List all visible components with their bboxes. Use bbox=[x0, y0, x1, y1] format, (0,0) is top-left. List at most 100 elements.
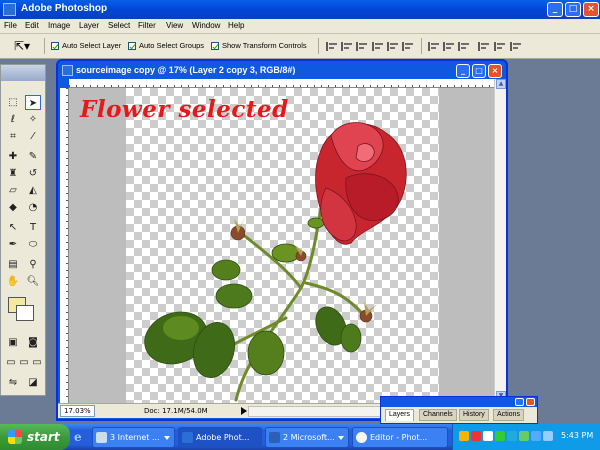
taskbar-item-editor[interactable]: Editor - Phot... bbox=[352, 427, 448, 448]
minimize-button[interactable]: _ bbox=[547, 2, 563, 17]
vertical-ruler[interactable] bbox=[60, 88, 69, 403]
clock[interactable]: 5:43 PM bbox=[561, 431, 593, 440]
taskbar-item-internet[interactable]: 3 Internet ... bbox=[92, 427, 175, 448]
scroll-up-arrow-icon[interactable]: ▲ bbox=[496, 79, 506, 89]
editor-app-icon bbox=[356, 432, 367, 443]
crop-tool-icon[interactable]: ⌗ bbox=[5, 129, 21, 144]
distribute-horizontal-center-icon[interactable] bbox=[494, 42, 507, 51]
healing-brush-tool-icon[interactable]: ✚ bbox=[5, 149, 21, 164]
type-tool-icon[interactable]: T bbox=[25, 220, 41, 235]
tab-actions[interactable]: Actions bbox=[493, 409, 524, 421]
align-vertical-center-icon[interactable] bbox=[341, 42, 354, 51]
show-transform-controls-checkbox[interactable] bbox=[211, 42, 219, 50]
quick-mask-mode-icon[interactable]: ◙ bbox=[25, 335, 41, 350]
distribute-top-icon[interactable] bbox=[428, 42, 441, 51]
internet-explorer-icon bbox=[96, 432, 107, 443]
horizontal-ruler[interactable] bbox=[69, 79, 494, 88]
menu-select[interactable]: Select bbox=[108, 21, 130, 30]
taskbar-item-photoshop[interactable]: Adobe Phot... bbox=[178, 427, 262, 448]
menu-image[interactable]: Image bbox=[48, 21, 70, 30]
quick-launch-ie-icon[interactable]: e bbox=[74, 430, 86, 444]
tray-app-icon[interactable] bbox=[459, 431, 469, 441]
options-bar: ⇱▾ Auto Select Layer Auto Select Groups … bbox=[0, 34, 600, 59]
taskbar-item-microsoft[interactable]: 2 Microsoft... bbox=[265, 427, 349, 448]
tray-network-icon[interactable] bbox=[495, 431, 505, 441]
hand-tool-icon[interactable]: ✋ bbox=[5, 274, 21, 289]
menu-filter[interactable]: Filter bbox=[138, 21, 156, 30]
layers-palette-close-button[interactable] bbox=[526, 398, 535, 406]
tray-update-icon[interactable] bbox=[519, 431, 529, 441]
slice-tool-icon[interactable]: ⁄ bbox=[25, 129, 41, 144]
app-title-bar: Adobe Photoshop _ □ × bbox=[0, 0, 600, 19]
menu-bar: File Edit Image Layer Select Filter View… bbox=[0, 19, 600, 34]
document-icon bbox=[62, 65, 73, 76]
lasso-tool-icon[interactable]: ℓ bbox=[5, 112, 21, 127]
background-color-swatch[interactable] bbox=[16, 305, 34, 321]
eraser-tool-icon[interactable]: ▱ bbox=[5, 183, 21, 198]
standard-mode-icon[interactable]: ▣ bbox=[5, 335, 21, 350]
align-right-icon[interactable] bbox=[402, 42, 415, 51]
align-top-icon[interactable] bbox=[326, 42, 339, 51]
menu-file[interactable]: File bbox=[4, 21, 17, 30]
distribute-right-icon[interactable] bbox=[510, 42, 523, 51]
menu-view[interactable]: View bbox=[166, 21, 183, 30]
align-bottom-icon[interactable] bbox=[356, 42, 369, 51]
start-button[interactable]: start bbox=[0, 424, 70, 450]
chevron-down-icon bbox=[338, 436, 344, 440]
divider bbox=[318, 38, 319, 54]
distribute-left-icon[interactable] bbox=[478, 42, 491, 51]
document-size-info: Doc: 17.1M/54.0M bbox=[144, 407, 208, 415]
status-menu-arrow-icon[interactable] bbox=[241, 407, 247, 415]
menu-edit[interactable]: Edit bbox=[25, 21, 39, 30]
windows-taskbar: start e 3 Internet ... Adobe Phot... 2 M… bbox=[0, 424, 600, 450]
tray-display-icon[interactable] bbox=[531, 431, 541, 441]
menu-help[interactable]: Help bbox=[228, 21, 244, 30]
flower-image[interactable] bbox=[126, 88, 439, 403]
clone-stamp-tool-icon[interactable]: ♜ bbox=[5, 166, 21, 181]
auto-select-groups-checkbox[interactable] bbox=[128, 42, 136, 50]
align-left-icon[interactable] bbox=[372, 42, 385, 51]
paint-bucket-tool-icon[interactable]: ◭ bbox=[25, 183, 41, 198]
tray-messenger-icon[interactable] bbox=[507, 431, 517, 441]
notes-tool-icon[interactable]: ▤ bbox=[5, 257, 21, 272]
imageready-icon[interactable]: ◪ bbox=[25, 375, 41, 390]
blur-tool-icon[interactable]: ◆ bbox=[5, 200, 21, 215]
document-maximize-button[interactable]: □ bbox=[472, 64, 486, 78]
distribute-bottom-icon[interactable] bbox=[458, 42, 471, 51]
close-button[interactable]: × bbox=[583, 2, 599, 17]
tools-palette-header[interactable] bbox=[1, 65, 45, 81]
brush-tool-icon[interactable]: ✎ bbox=[25, 149, 41, 164]
auto-select-layer-checkbox[interactable] bbox=[51, 42, 59, 50]
history-brush-tool-icon[interactable]: ↺ bbox=[25, 166, 41, 181]
tab-channels[interactable]: Channels bbox=[419, 409, 457, 421]
path-selection-tool-icon[interactable]: ↖ bbox=[5, 220, 21, 235]
vertical-scrollbar[interactable]: ▲ ▼ bbox=[494, 79, 506, 403]
dodge-tool-icon[interactable]: ◔ bbox=[25, 200, 41, 215]
move-tool-icon[interactable]: ➤ bbox=[25, 95, 41, 110]
move-tool-preset-icon[interactable]: ⇱▾ bbox=[14, 39, 30, 53]
menu-layer[interactable]: Layer bbox=[79, 21, 99, 30]
eyedropper-tool-icon[interactable]: ⚲ bbox=[25, 257, 41, 272]
marquee-tool-icon[interactable]: ⬚ bbox=[5, 95, 21, 110]
magic-wand-tool-icon[interactable]: ✧ bbox=[25, 112, 41, 127]
zoom-tool-icon[interactable]: 🔍︎ bbox=[25, 274, 41, 289]
document-close-button[interactable]: × bbox=[488, 64, 502, 78]
full-screen-mode-icon[interactable]: ▭ bbox=[29, 355, 45, 370]
layers-palette-minimize-button[interactable] bbox=[515, 398, 524, 406]
shape-tool-icon[interactable]: ⬭ bbox=[25, 237, 41, 252]
layers-palette-header[interactable] bbox=[381, 397, 537, 407]
jump-to-imageready-icon[interactable]: ⇋ bbox=[5, 375, 21, 390]
align-horizontal-center-icon[interactable] bbox=[387, 42, 400, 51]
menu-window[interactable]: Window bbox=[192, 21, 220, 30]
distribute-vertical-center-icon[interactable] bbox=[443, 42, 456, 51]
tray-volume-icon[interactable] bbox=[483, 431, 493, 441]
tab-layers[interactable]: Layers bbox=[385, 409, 415, 421]
pen-tool-icon[interactable]: ✒ bbox=[5, 237, 21, 252]
tab-history[interactable]: History bbox=[459, 409, 489, 421]
maximize-button[interactable]: □ bbox=[565, 2, 581, 17]
document-minimize-button[interactable]: _ bbox=[456, 64, 470, 78]
tray-security-icon[interactable] bbox=[471, 431, 481, 441]
tray-connection-icon[interactable] bbox=[543, 431, 553, 441]
auto-select-layer-label: Auto Select Layer bbox=[62, 41, 122, 50]
zoom-level-field[interactable]: 17.03% bbox=[60, 405, 95, 417]
